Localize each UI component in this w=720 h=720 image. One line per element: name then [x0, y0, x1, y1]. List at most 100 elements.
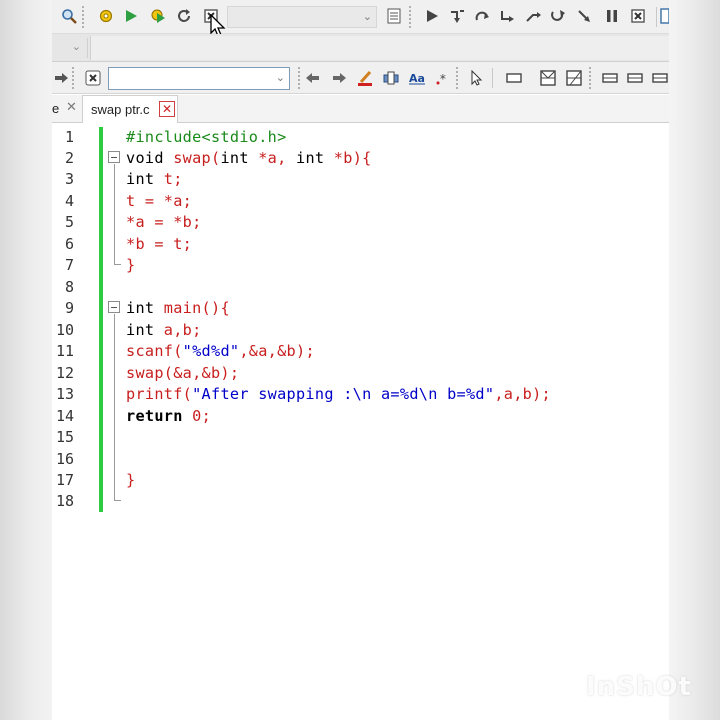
arrow-right-icon[interactable] [52, 69, 70, 87]
select-block-icon[interactable] [539, 69, 557, 87]
toolbar-separator [492, 68, 493, 88]
fold-guide-end [114, 264, 121, 265]
code-line: *a = *b; [126, 213, 202, 231]
line-number: 7 [64, 256, 74, 274]
rectangle-icon[interactable] [505, 69, 523, 87]
ide-window: ⌄ ⌄ ⌄ Aa .* e ✕ swap ptr.c ✕ 1 2 3 4 5 6… [52, 0, 669, 720]
code-token: printf( [126, 385, 193, 403]
line-number: 12 [55, 364, 74, 382]
step-into-icon[interactable] [448, 7, 466, 25]
compile-run-icon[interactable] [149, 7, 167, 25]
string-token: "After swapping :\n a=%d\n b=%d" [192, 385, 495, 403]
toolbar-grip [298, 67, 301, 89]
code-line: t = *a; [126, 192, 193, 210]
info-icon[interactable] [660, 7, 669, 25]
chevron-down-icon: ⌄ [362, 10, 372, 23]
code-editor[interactable]: 1 2 3 4 5 6 7 8 9 10 11 12 13 14 15 16 1… [52, 124, 669, 720]
code-line: scanf("%d%d",&a,&b); [126, 342, 315, 360]
match-case-icon[interactable]: Aa [408, 69, 426, 87]
code-line: int a,b; [126, 321, 202, 339]
toolbar-grip [589, 67, 592, 89]
run-icon[interactable] [122, 7, 140, 25]
tab-swap-ptr[interactable]: swap ptr.c ✕ [82, 95, 178, 123]
editor-tabs: e ✕ swap ptr.c ✕ [52, 95, 669, 123]
edit-toolbar: ⌄ Aa .* [52, 62, 669, 94]
keyword-token: int [126, 299, 155, 317]
next-bookmark-icon[interactable] [626, 69, 644, 87]
code-token: scanf( [126, 342, 183, 360]
code-token: a,b; [154, 321, 202, 339]
regex-icon[interactable]: .* [434, 69, 452, 87]
back-arrow-icon[interactable] [304, 69, 322, 87]
line-number: 5 [64, 213, 74, 231]
code-token: main(){ [154, 299, 230, 317]
clear-icon[interactable] [84, 69, 102, 87]
rebuild-icon[interactable] [175, 7, 193, 25]
close-tab-icon[interactable]: ✕ [159, 101, 175, 117]
modified-lines-marker [99, 127, 103, 512]
pause-icon[interactable] [603, 7, 621, 25]
string-token: "%d%d" [182, 342, 240, 360]
line-number: 14 [55, 407, 74, 425]
line-number: 13 [55, 385, 74, 403]
settings-gear-icon[interactable] [97, 7, 115, 25]
line-number: 17 [55, 471, 74, 489]
code-line: } [126, 471, 136, 489]
toggle-bookmark-icon[interactable] [601, 69, 619, 87]
main-toolbar: ⌄ [52, 0, 669, 37]
step-instruction-icon[interactable] [575, 7, 593, 25]
zoom-icon[interactable] [60, 7, 78, 25]
code-line: #include<stdio.h> [126, 128, 287, 146]
run-to-cursor-icon[interactable] [524, 7, 542, 25]
keyword-token: return [126, 407, 183, 425]
chevron-down-icon: ⌄ [275, 71, 285, 84]
keyword-token: int [126, 170, 155, 188]
keyword-token: int [126, 321, 155, 339]
code-token: ,&a,&b); [239, 342, 315, 360]
code-token: *a, [248, 149, 297, 167]
line-number: 8 [64, 278, 74, 296]
code-token: t; [154, 170, 183, 188]
step-over-icon[interactable] [473, 7, 491, 25]
compiler-select[interactable]: ⌄ [227, 6, 377, 28]
fold-toggle-icon[interactable] [108, 151, 120, 163]
search-combo[interactable]: ⌄ [108, 67, 290, 90]
code-line: return 0; [126, 407, 211, 425]
toolbar-separator [656, 7, 657, 27]
keyword-token: int [296, 149, 325, 167]
prev-bookmark-icon[interactable] [651, 69, 669, 87]
keyword-token: void [126, 149, 164, 167]
tab-previous-label[interactable]: e [52, 101, 59, 116]
stop-debug-icon[interactable] [629, 7, 647, 25]
code-line: int main(){ [126, 299, 230, 317]
fold-toggle-icon[interactable] [108, 301, 120, 313]
code-token: ,a,b); [494, 385, 551, 403]
code-token: *b){ [324, 149, 372, 167]
svg-text:Aa: Aa [409, 72, 425, 85]
chevron-down-icon: ⌄ [71, 40, 81, 53]
find-in-files-icon[interactable] [382, 69, 400, 87]
tab-label: swap ptr.c [91, 102, 150, 117]
line-number: 11 [55, 342, 74, 360]
step-out-icon[interactable] [498, 7, 516, 25]
symbol-select[interactable] [90, 36, 669, 60]
document-icon[interactable] [385, 7, 403, 25]
code-line: swap(&a,&b); [126, 364, 240, 382]
line-number: 4 [64, 192, 74, 210]
debug-run-icon[interactable] [423, 7, 441, 25]
line-number: 16 [55, 450, 74, 468]
highlight-icon[interactable] [356, 69, 374, 87]
code-line: int t; [126, 170, 183, 188]
code-token: swap( [163, 149, 221, 167]
line-number: 1 [64, 128, 74, 146]
keyword-token: int [220, 149, 249, 167]
code-line: *b = t; [126, 235, 193, 253]
scope-select[interactable]: ⌄ [52, 38, 88, 58]
toolbar-grip [409, 6, 412, 28]
close-icon[interactable]: ✕ [66, 100, 77, 115]
forward-arrow-icon[interactable] [330, 69, 348, 87]
select-column-icon[interactable] [565, 69, 583, 87]
pointer-icon[interactable] [468, 69, 486, 87]
next-instruction-icon[interactable] [549, 7, 567, 25]
